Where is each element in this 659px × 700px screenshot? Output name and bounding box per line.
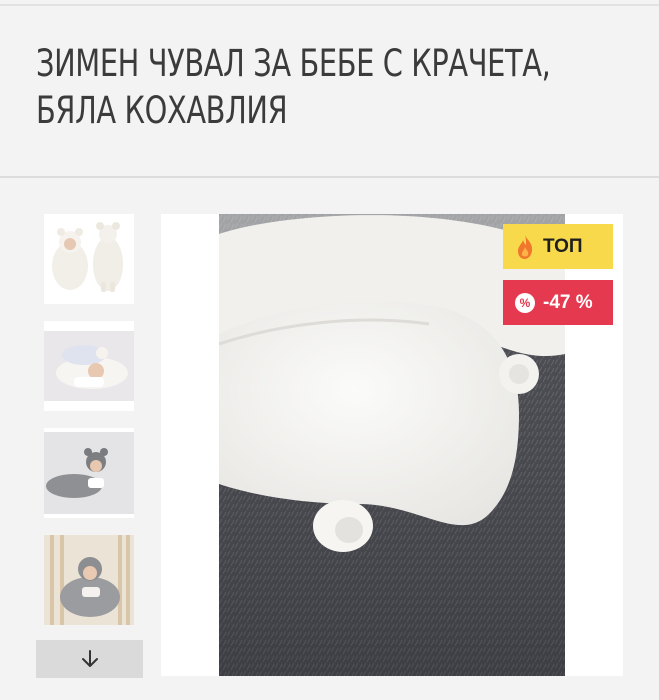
top-badge: ТОП (503, 224, 613, 269)
product-title-line-2: БЯЛА КОХАВЛИЯ (36, 89, 288, 132)
gallery-thumbnail-2[interactable] (44, 321, 134, 411)
thumbnail-image (44, 214, 134, 304)
fire-icon (515, 234, 535, 260)
thumbnail-image (44, 428, 134, 518)
percent-icon: % (515, 292, 535, 313)
gallery-thumbnail-4[interactable] (44, 535, 134, 625)
gallery-scroll-down-button[interactable] (36, 640, 143, 678)
top-badge-label: ТОП (543, 235, 583, 257)
discount-badge-label: -47 % (543, 291, 593, 313)
gallery-thumbnail-3[interactable] (44, 428, 134, 518)
thumbnail-image (44, 535, 134, 625)
header-divider (0, 4, 659, 6)
arrow-down-icon (81, 650, 98, 667)
product-title-line-1: ЗИМЕН ЧУВАЛ ЗА БЕБЕ С КРАЧЕТА, (36, 42, 551, 85)
product-title: ЗИМЕН ЧУВАЛ ЗА БЕБЕ С КРАЧЕТА, БЯЛА КОХА… (36, 40, 636, 134)
discount-badge: % -47 % (503, 280, 613, 325)
title-divider (0, 176, 659, 178)
thumbnail-image (44, 321, 134, 411)
gallery-thumbnail-1[interactable] (44, 214, 134, 304)
